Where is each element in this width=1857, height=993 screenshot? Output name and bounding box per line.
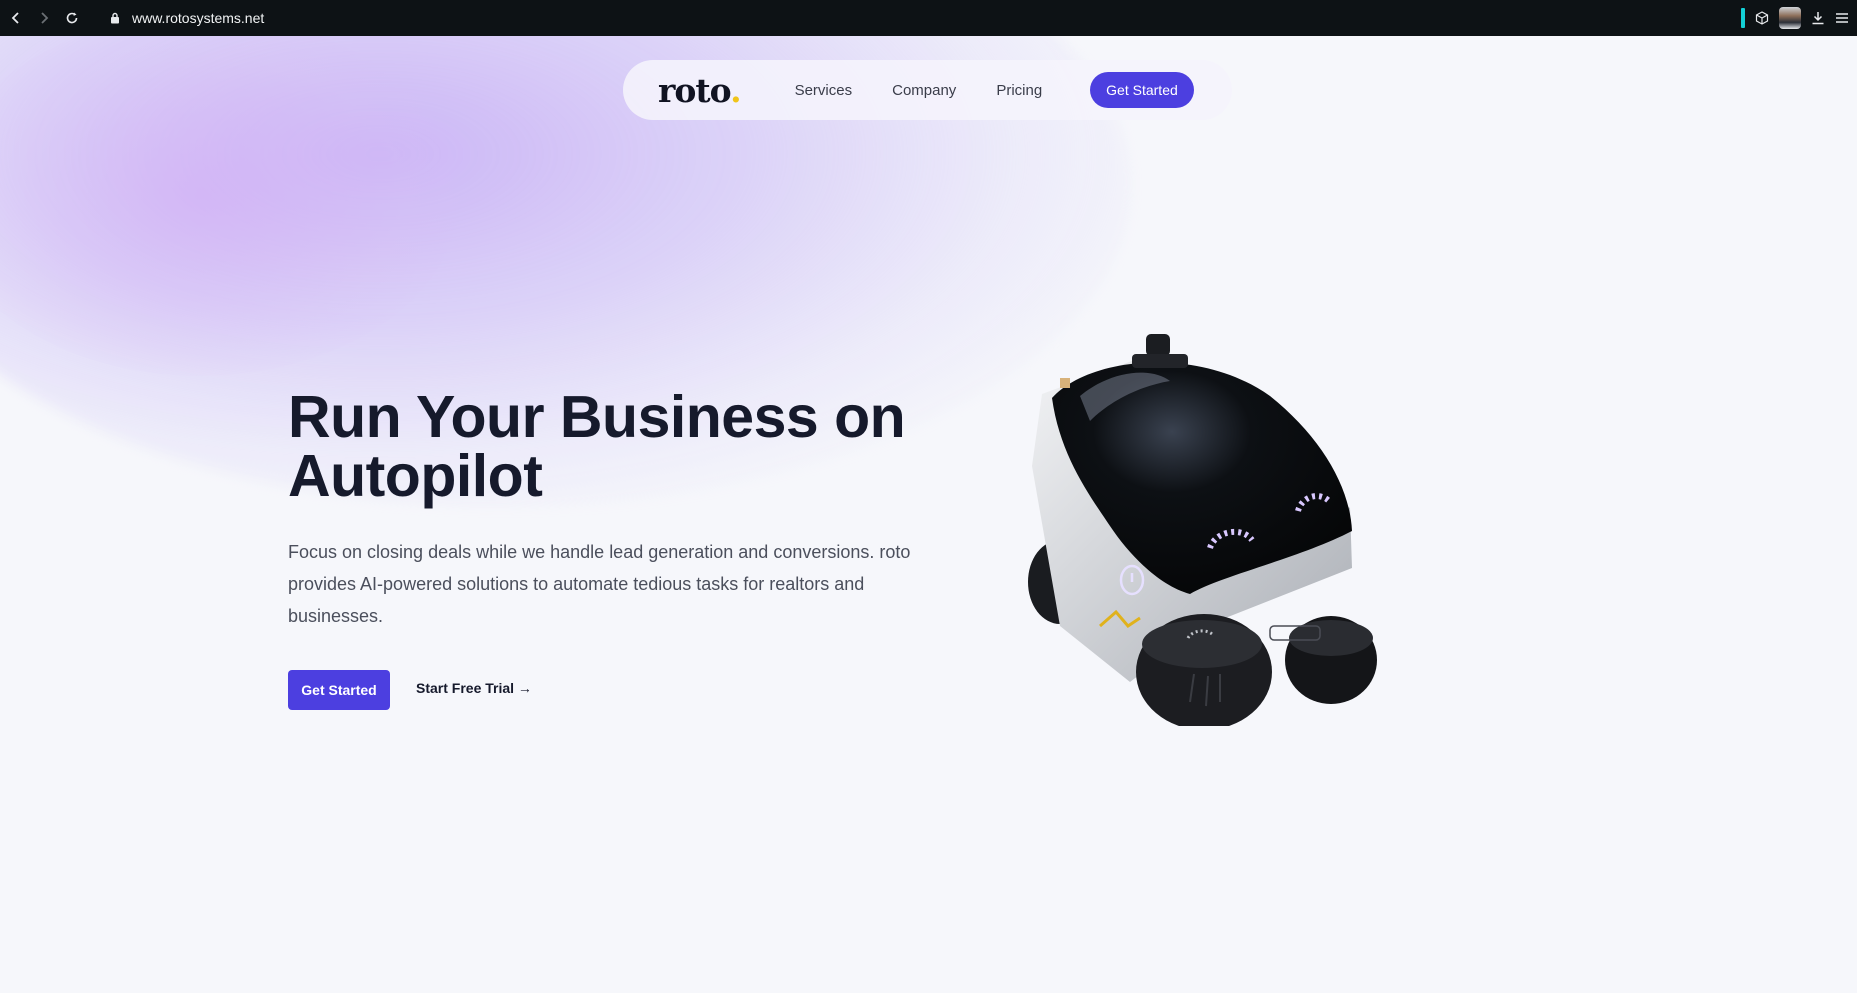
page: roto. Services Company Pricing Get Start… xyxy=(0,36,1857,993)
url-text: www.rotosystems.net xyxy=(132,10,265,26)
nav-link-company[interactable]: Company xyxy=(892,82,956,99)
cube-icon[interactable] xyxy=(1755,11,1769,25)
hero-description: Focus on closing deals while we handle l… xyxy=(288,542,911,626)
robot-image xyxy=(1028,334,1377,726)
extension-icon[interactable] xyxy=(1741,8,1745,28)
nav-get-started-button[interactable]: Get Started xyxy=(1090,72,1194,108)
lock-icon xyxy=(110,12,120,24)
get-started-button[interactable]: Get Started xyxy=(288,670,390,710)
download-icon[interactable] xyxy=(1811,11,1825,25)
profile-avatar[interactable] xyxy=(1779,7,1801,29)
back-icon[interactable] xyxy=(4,0,28,36)
address-bar[interactable]: www.rotosystems.net xyxy=(110,10,264,26)
top-navbar: roto. Services Company Pricing Get Start… xyxy=(623,60,1232,120)
browser-toolbar: www.rotosystems.net xyxy=(0,0,1857,36)
start-free-trial-link[interactable]: Start Free Trial → xyxy=(416,680,532,696)
roto-logo[interactable]: roto. xyxy=(658,71,742,110)
nav-link-pricing[interactable]: Pricing xyxy=(996,82,1042,99)
hero-title: Run Your Business on Autopilot xyxy=(288,384,906,509)
forward-icon[interactable] xyxy=(32,0,56,36)
nav-link-services[interactable]: Services xyxy=(795,82,853,99)
reload-icon[interactable] xyxy=(60,0,84,36)
menu-icon[interactable] xyxy=(1835,11,1849,25)
